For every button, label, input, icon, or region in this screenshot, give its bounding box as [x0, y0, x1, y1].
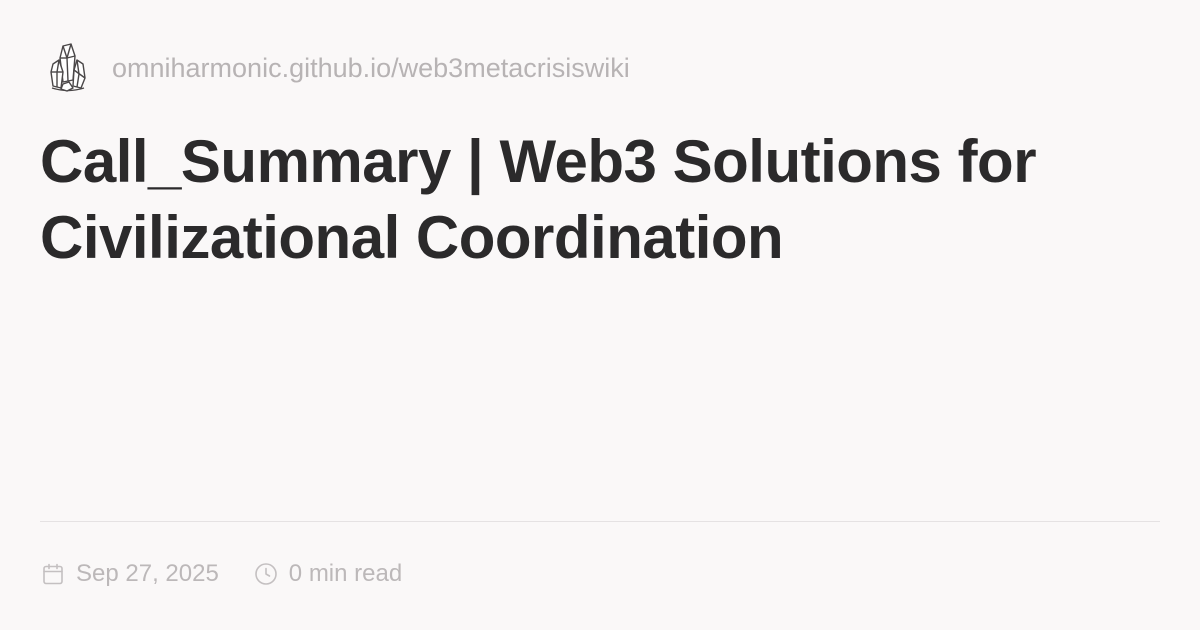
divider [40, 521, 1160, 522]
clock-icon [253, 561, 279, 587]
site-url[interactable]: omniharmonic.github.io/web3metacrisiswik… [112, 53, 630, 84]
read-time: 0 min read [253, 560, 402, 588]
social-card: omniharmonic.github.io/web3metacrisiswik… [0, 0, 1200, 630]
page-title: Call_Summary | Web3 Solutions for Civili… [40, 128, 1037, 271]
publish-date-text: Sep 27, 2025 [76, 560, 219, 587]
read-time-text: 0 min read [288, 560, 403, 587]
crystal-cluster-icon [48, 40, 88, 96]
publish-date: Sep 27, 2025 [40, 560, 219, 588]
article-meta: Sep 27, 2025 0 min read [40, 556, 402, 592]
calendar-icon [40, 561, 66, 587]
site-header: omniharmonic.github.io/web3metacrisiswik… [48, 40, 630, 96]
